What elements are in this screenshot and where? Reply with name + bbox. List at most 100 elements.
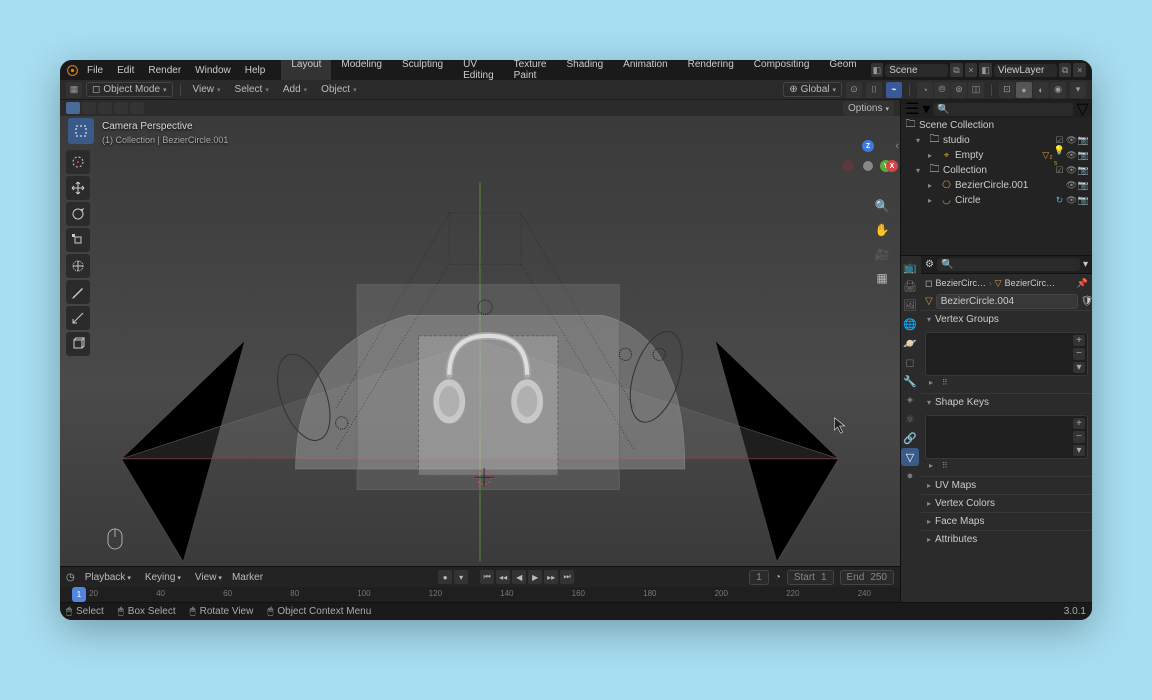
- mode-selector[interactable]: ◻ Object Mode ▾: [86, 82, 173, 97]
- view-menu[interactable]: View: [188, 82, 226, 97]
- shading-wireframe-icon[interactable]: ⊡: [999, 82, 1015, 98]
- proptab-modifier-icon[interactable]: 🔧: [901, 372, 919, 390]
- scene-browse-icon[interactable]: ◧: [871, 63, 884, 77]
- menu-file[interactable]: File: [81, 62, 109, 79]
- zoom-icon[interactable]: 🔍: [874, 198, 890, 214]
- eye-icon[interactable]: 👁: [1066, 135, 1077, 146]
- viewlayer-input[interactable]: [998, 65, 1053, 76]
- preview-range-icon[interactable]: ◔: [775, 572, 781, 583]
- render-icon[interactable]: 📷: [1078, 135, 1089, 146]
- prop-edit-icon[interactable]: ◔: [917, 82, 933, 98]
- render-icon[interactable]: 📷: [1078, 180, 1089, 191]
- new-scene-icon[interactable]: ⧉: [950, 63, 963, 77]
- axis-x-icon[interactable]: X: [886, 160, 898, 172]
- menu-icon[interactable]: ▾: [1073, 445, 1085, 456]
- pan-icon[interactable]: ✋: [874, 222, 890, 238]
- outliner-filter-icon[interactable]: ▽: [1076, 100, 1088, 119]
- select-menu[interactable]: Select: [230, 82, 274, 97]
- shading-rendered-icon[interactable]: ◉: [1050, 82, 1066, 98]
- eye-icon[interactable]: 👁: [1066, 180, 1077, 191]
- sel-subtract-icon[interactable]: [98, 102, 112, 114]
- autokey-icon[interactable]: ●: [438, 570, 452, 584]
- props-editor-icon[interactable]: ⚙: [925, 259, 934, 270]
- editor-type-icon[interactable]: ▦: [66, 82, 82, 98]
- overlay-gizmo-icon[interactable]: ⊚: [951, 82, 967, 98]
- viewlayer-field[interactable]: [994, 64, 1057, 77]
- tree-root[interactable]: 🗀 Scene Collection: [901, 118, 1092, 133]
- add-icon[interactable]: +: [1073, 418, 1085, 429]
- outliner-search[interactable]: [933, 103, 1073, 116]
- outliner-tree[interactable]: 🗀 Scene Collection ▾ 🗀 studio ☑👁📷 ▸ ⌖: [901, 118, 1092, 255]
- axis-z-icon[interactable]: Z: [862, 140, 874, 152]
- breadcrumb-data[interactable]: BezierCirc…: [1005, 278, 1056, 288]
- overlay-visibility-icon[interactable]: ⦾: [934, 82, 950, 98]
- view-menu-tl[interactable]: View: [191, 571, 226, 584]
- end-frame-field[interactable]: End 250: [840, 570, 894, 585]
- jump-start-icon[interactable]: ⏮: [480, 570, 494, 584]
- proptab-viewlayer-icon[interactable]: 🖼: [901, 296, 919, 314]
- options-dropdown[interactable]: Options: [843, 101, 894, 116]
- proptab-object-icon[interactable]: ◻: [901, 353, 919, 371]
- section-header[interactable]: Attributes: [921, 531, 1092, 548]
- viewport-3d[interactable]: Camera Perspective (1) Collection | Bezi…: [60, 116, 900, 566]
- props-options-icon[interactable]: ▾: [1083, 259, 1088, 270]
- snap-icon[interactable]: ⌷: [866, 82, 882, 98]
- orientation-gizmo[interactable]: Z Y X: [844, 142, 892, 190]
- xray-icon[interactable]: ◫: [968, 82, 984, 98]
- shield-icon[interactable]: 🛡: [1081, 296, 1092, 307]
- axis-neg-x-icon[interactable]: [842, 160, 854, 172]
- proptab-render-icon[interactable]: 📺: [901, 258, 919, 276]
- expand-grip-icon[interactable]: ▸ ⠿: [929, 378, 948, 387]
- select-tool-set-icon[interactable]: [66, 102, 80, 114]
- viewlayer-browse-icon[interactable]: ◧: [979, 63, 992, 77]
- data-name-input[interactable]: [936, 294, 1078, 309]
- remove-icon[interactable]: −: [1073, 431, 1085, 442]
- orientation-selector[interactable]: ⊕ Global ▾: [783, 82, 842, 97]
- proptab-material-icon[interactable]: ●: [901, 467, 919, 485]
- proptab-output-icon[interactable]: 🖨: [901, 277, 919, 295]
- expand-icon[interactable]: ▸: [928, 151, 938, 160]
- timeline-editor-icon[interactable]: ◷: [66, 572, 75, 583]
- eye-icon[interactable]: 👁: [1066, 195, 1077, 206]
- section-header[interactable]: UV Maps: [921, 477, 1092, 494]
- delete-viewlayer-icon[interactable]: ×: [1073, 63, 1086, 77]
- new-viewlayer-icon[interactable]: ⧉: [1059, 63, 1072, 77]
- object-menu[interactable]: Object: [316, 82, 361, 97]
- playback-menu[interactable]: Playback: [81, 571, 135, 584]
- menu-help[interactable]: Help: [239, 62, 272, 79]
- tree-item[interactable]: ▸ ⎔ BezierCircle.001 👁📷: [901, 178, 1092, 193]
- proptab-particle-icon[interactable]: ✦: [901, 391, 919, 409]
- shading-matprev-icon[interactable]: ◐: [1033, 82, 1049, 98]
- current-frame-field[interactable]: 1: [749, 570, 769, 585]
- menu-edit[interactable]: Edit: [111, 62, 140, 79]
- section-header[interactable]: Vertex Colors: [921, 495, 1092, 512]
- vertex-groups-list[interactable]: + − ▾: [925, 332, 1088, 376]
- menu-icon[interactable]: ▾: [1073, 362, 1085, 373]
- keying-menu[interactable]: Keying: [141, 571, 185, 584]
- proptab-physics-icon[interactable]: ⚛: [901, 410, 919, 428]
- eye-icon[interactable]: 👁: [1066, 165, 1077, 176]
- proptab-world-icon[interactable]: 🪐: [901, 334, 919, 352]
- expand-icon[interactable]: ▾: [916, 166, 926, 175]
- expand-icon[interactable]: ▾: [916, 136, 926, 145]
- scene-name-input[interactable]: [889, 65, 944, 76]
- sel-intersect-icon[interactable]: [130, 102, 144, 114]
- delete-scene-icon[interactable]: ×: [965, 63, 978, 77]
- pin-icon[interactable]: 📌: [1077, 278, 1088, 289]
- autokey-menu-icon[interactable]: ▾: [454, 570, 468, 584]
- proptab-data-icon[interactable]: ▽: [901, 448, 919, 466]
- breadcrumb-obj[interactable]: BezierCirc…: [935, 278, 986, 288]
- jump-end-icon[interactable]: ⏭: [560, 570, 574, 584]
- outliner-display-icon[interactable]: ▾: [922, 100, 930, 119]
- eye-icon[interactable]: 👁: [1066, 150, 1077, 161]
- section-header[interactable]: Shape Keys: [921, 394, 1092, 411]
- tree-item[interactable]: ▾ 🗀 Collection ☑👁📷: [901, 163, 1092, 178]
- prev-key-icon[interactable]: ◂◂: [496, 570, 510, 584]
- start-frame-field[interactable]: Start 1: [787, 570, 834, 585]
- marker-menu[interactable]: Marker: [232, 572, 263, 583]
- snap-magnet-icon[interactable]: ⌁: [886, 82, 902, 98]
- shading-options-icon[interactable]: ▾: [1070, 82, 1086, 98]
- sidebar-collapse-icon[interactable]: ‹: [895, 140, 899, 152]
- menu-render[interactable]: Render: [142, 62, 187, 79]
- props-search[interactable]: [937, 258, 1080, 271]
